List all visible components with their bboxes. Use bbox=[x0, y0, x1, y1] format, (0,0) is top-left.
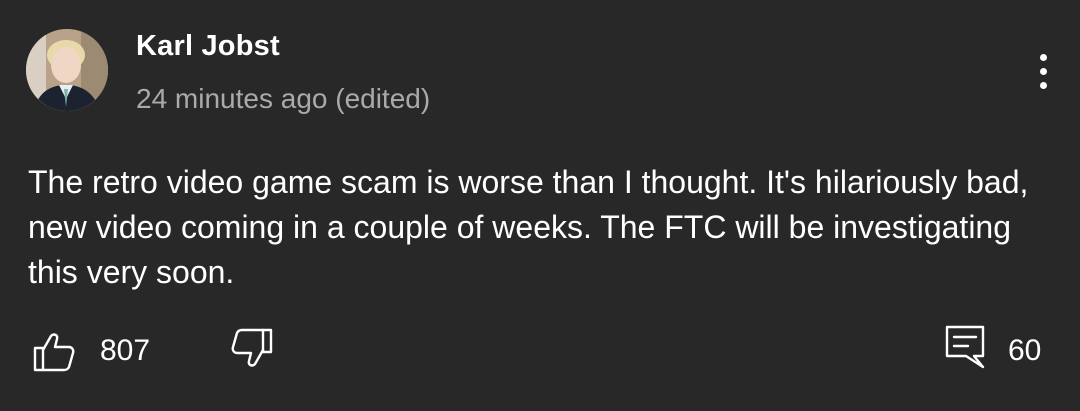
more-options-button[interactable] bbox=[1024, 50, 1064, 94]
comment-icon bbox=[945, 325, 985, 369]
thumbs-down-icon bbox=[231, 328, 273, 367]
like-button[interactable] bbox=[32, 330, 76, 374]
avatar-photo bbox=[26, 29, 108, 111]
menu-dot bbox=[1040, 68, 1047, 75]
like-count: 807 bbox=[100, 334, 151, 367]
comment-body: The retro video game scam is worse than … bbox=[28, 164, 1029, 290]
reply-button[interactable] bbox=[944, 324, 986, 370]
thumbs-up-icon bbox=[33, 333, 75, 372]
author-name[interactable]: Karl Jobst bbox=[136, 30, 280, 63]
comment-card: Karl Jobst 24 minutes ago (edited) The r… bbox=[0, 0, 1080, 411]
more-vertical-icon bbox=[1040, 54, 1047, 61]
reply-count: 60 bbox=[1008, 334, 1042, 367]
menu-dot bbox=[1040, 82, 1047, 89]
author-avatar[interactable] bbox=[26, 29, 108, 111]
dislike-button[interactable] bbox=[230, 326, 274, 370]
comment-timestamp: 24 minutes ago (edited) bbox=[136, 83, 431, 114]
